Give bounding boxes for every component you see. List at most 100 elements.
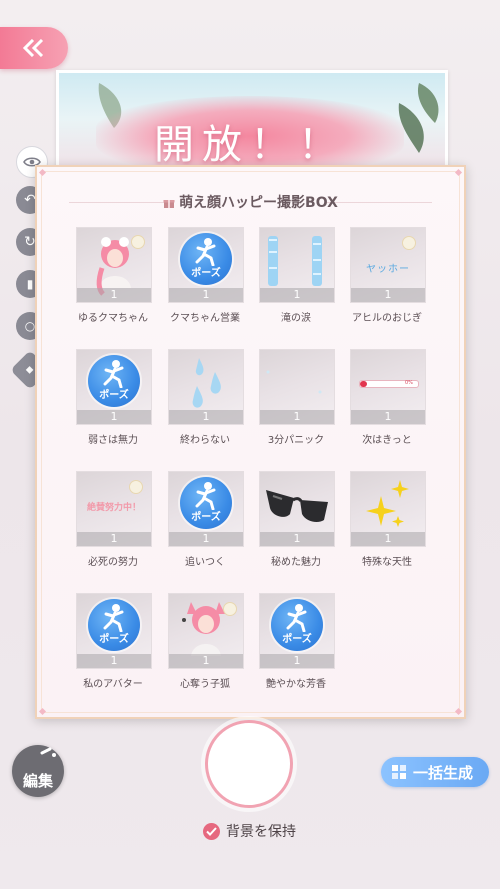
item-thumbnail: 1 [259,471,335,547]
item-thumbnail: 1 [259,227,335,303]
item-thumbnail: 0% 1 [350,349,426,425]
item-label: 3分パニック [267,435,325,446]
checkbox-checked-icon[interactable] [203,822,220,840]
hexagon-icon: ◆ [26,364,34,376]
double-chevron-left-icon [23,39,44,57]
pose-icon: ポーズ [271,599,323,651]
item-label: 艶やかな芳香 [266,679,326,690]
item-quantity: 1 [351,410,425,424]
running-figure-icon [286,604,307,632]
item-card[interactable]: ヤッホー 1 アヒルのおじぎ [350,227,442,337]
pose-icon: ポーズ [88,355,140,407]
item-quantity: 1 [169,288,243,302]
pose-text: ポーズ [99,634,129,645]
item-card[interactable]: ポーズ 1 クマちゃん営業 [168,227,260,337]
item-thumbnail: 1 [350,471,426,547]
item-label: 秘めた魅力 [271,557,321,568]
bear-badge-icon [402,236,416,250]
pose-text: ポーズ [191,512,221,523]
item-card[interactable]: 1 心奪う子狐 [168,593,260,703]
pose-text: ポーズ [191,268,221,279]
item-quantity: 1 [260,532,334,546]
item-thumbnail: ヤッホー 1 [350,227,426,303]
panel-title: 萌え顔ハッピー撮影BOX [37,192,464,212]
bear-badge-icon [129,480,143,494]
bear-badge-icon [131,235,145,249]
item-quantity: 1 [169,532,243,546]
item-card[interactable]: 1 滝の涙 [259,227,351,337]
batch-grid-icon [392,765,406,779]
item-card[interactable]: ポーズ 1 追いつく [168,471,260,581]
item-quantity: 1 [169,654,243,668]
capture-button[interactable] [205,720,293,808]
item-thumbnail: ポーズ 1 [259,593,335,669]
reward-panel: 萌え顔ハッピー撮影BOX 1 ゆるクマちゃん ポーズ 1 クマちゃん営業 1 滝… [35,165,466,719]
item-quantity: 1 [351,532,425,546]
bear-badge-icon [223,602,237,616]
corner-ornament [454,707,463,716]
item-label: 私のアバター [83,679,143,690]
item-quantity: 1 [260,288,334,302]
item-quantity: 1 [351,288,425,302]
pose-icon: ポーズ [88,599,140,651]
keep-background-label: 背景を保持 [226,824,296,840]
edit-label: 編集 [22,772,53,790]
pose-icon: ポーズ [180,233,232,285]
item-card[interactable]: 1 3分パニック [259,349,351,459]
trash-icon: ▮ [26,277,34,291]
running-figure-icon [195,238,216,266]
batch-generate-label: 一括生成 [413,764,474,782]
item-label: 追いつく [185,557,225,568]
item-card[interactable]: ポーズ 1 艶やかな芳香 [259,593,351,703]
pose-text: ポーズ [282,634,312,645]
item-thumbnail: 1 [168,349,244,425]
edit-button[interactable]: 編集 [12,745,64,797]
item-quantity: 1 [169,410,243,424]
item-label: ゆるクマちゃん [78,313,148,324]
effort-text-art: 絶賛努力中！ [86,503,141,513]
item-thumbnail: ポーズ 1 [76,349,152,425]
batch-generate-button[interactable]: 一括生成 [381,757,489,787]
item-card[interactable]: 1 ゆるクマちゃん [76,227,168,337]
item-card[interactable]: ポーズ 1 弱さは無力 [76,349,168,459]
pose-icon: ポーズ [180,477,232,529]
search-icon: ○ [24,319,36,333]
running-figure-icon [103,360,124,388]
item-thumbnail: 1 [76,227,152,303]
item-quantity: 1 [77,410,151,424]
item-card[interactable]: 1 秘めた魅力 [259,471,351,581]
panel-title-text: 萌え顔ハッピー撮影BOX [179,195,338,211]
item-card[interactable]: 絶賛努力中！ 1 必死の努力 [76,471,168,581]
item-label: 終わらない [180,435,230,446]
running-figure-icon [195,482,216,510]
item-label: クマちゃん営業 [170,313,240,324]
item-card[interactable]: 1 終わらない [168,349,260,459]
yahho-text-art: ヤッホー [366,264,410,275]
item-quantity: 1 [260,410,334,424]
item-label: 弱さは無力 [88,435,138,446]
item-quantity: 1 [260,654,334,668]
item-card[interactable]: ポーズ 1 私のアバター [76,593,168,703]
item-card[interactable]: 0% 1 次はきっと [350,349,442,459]
item-label: 必死の努力 [88,557,138,568]
item-label: 特殊な天性 [362,557,412,568]
gift-icon [163,200,175,208]
progress-fill [360,381,367,387]
item-thumbnail: ポーズ 1 [168,471,244,547]
item-thumbnail: ポーズ 1 [168,227,244,303]
progress-percent-text: 0% [405,380,413,386]
item-card[interactable]: 1 特殊な天性 [350,471,442,581]
running-figure-icon [103,604,124,632]
item-quantity: 1 [77,654,151,668]
corner-ornament [38,168,47,177]
item-label: アヒルのおじぎ [352,313,422,324]
item-quantity: 1 [77,288,151,302]
corner-ornament [38,707,47,716]
open-banner-text: 開放！！ [154,122,346,168]
item-quantity: 1 [77,532,151,546]
back-button[interactable] [0,27,68,69]
item-thumbnail: 1 [259,349,335,425]
item-thumbnail: 絶賛努力中！ 1 [76,471,152,547]
keep-background-toggle[interactable]: 背景を保持 [203,821,296,841]
item-thumbnail: 1 [168,593,244,669]
